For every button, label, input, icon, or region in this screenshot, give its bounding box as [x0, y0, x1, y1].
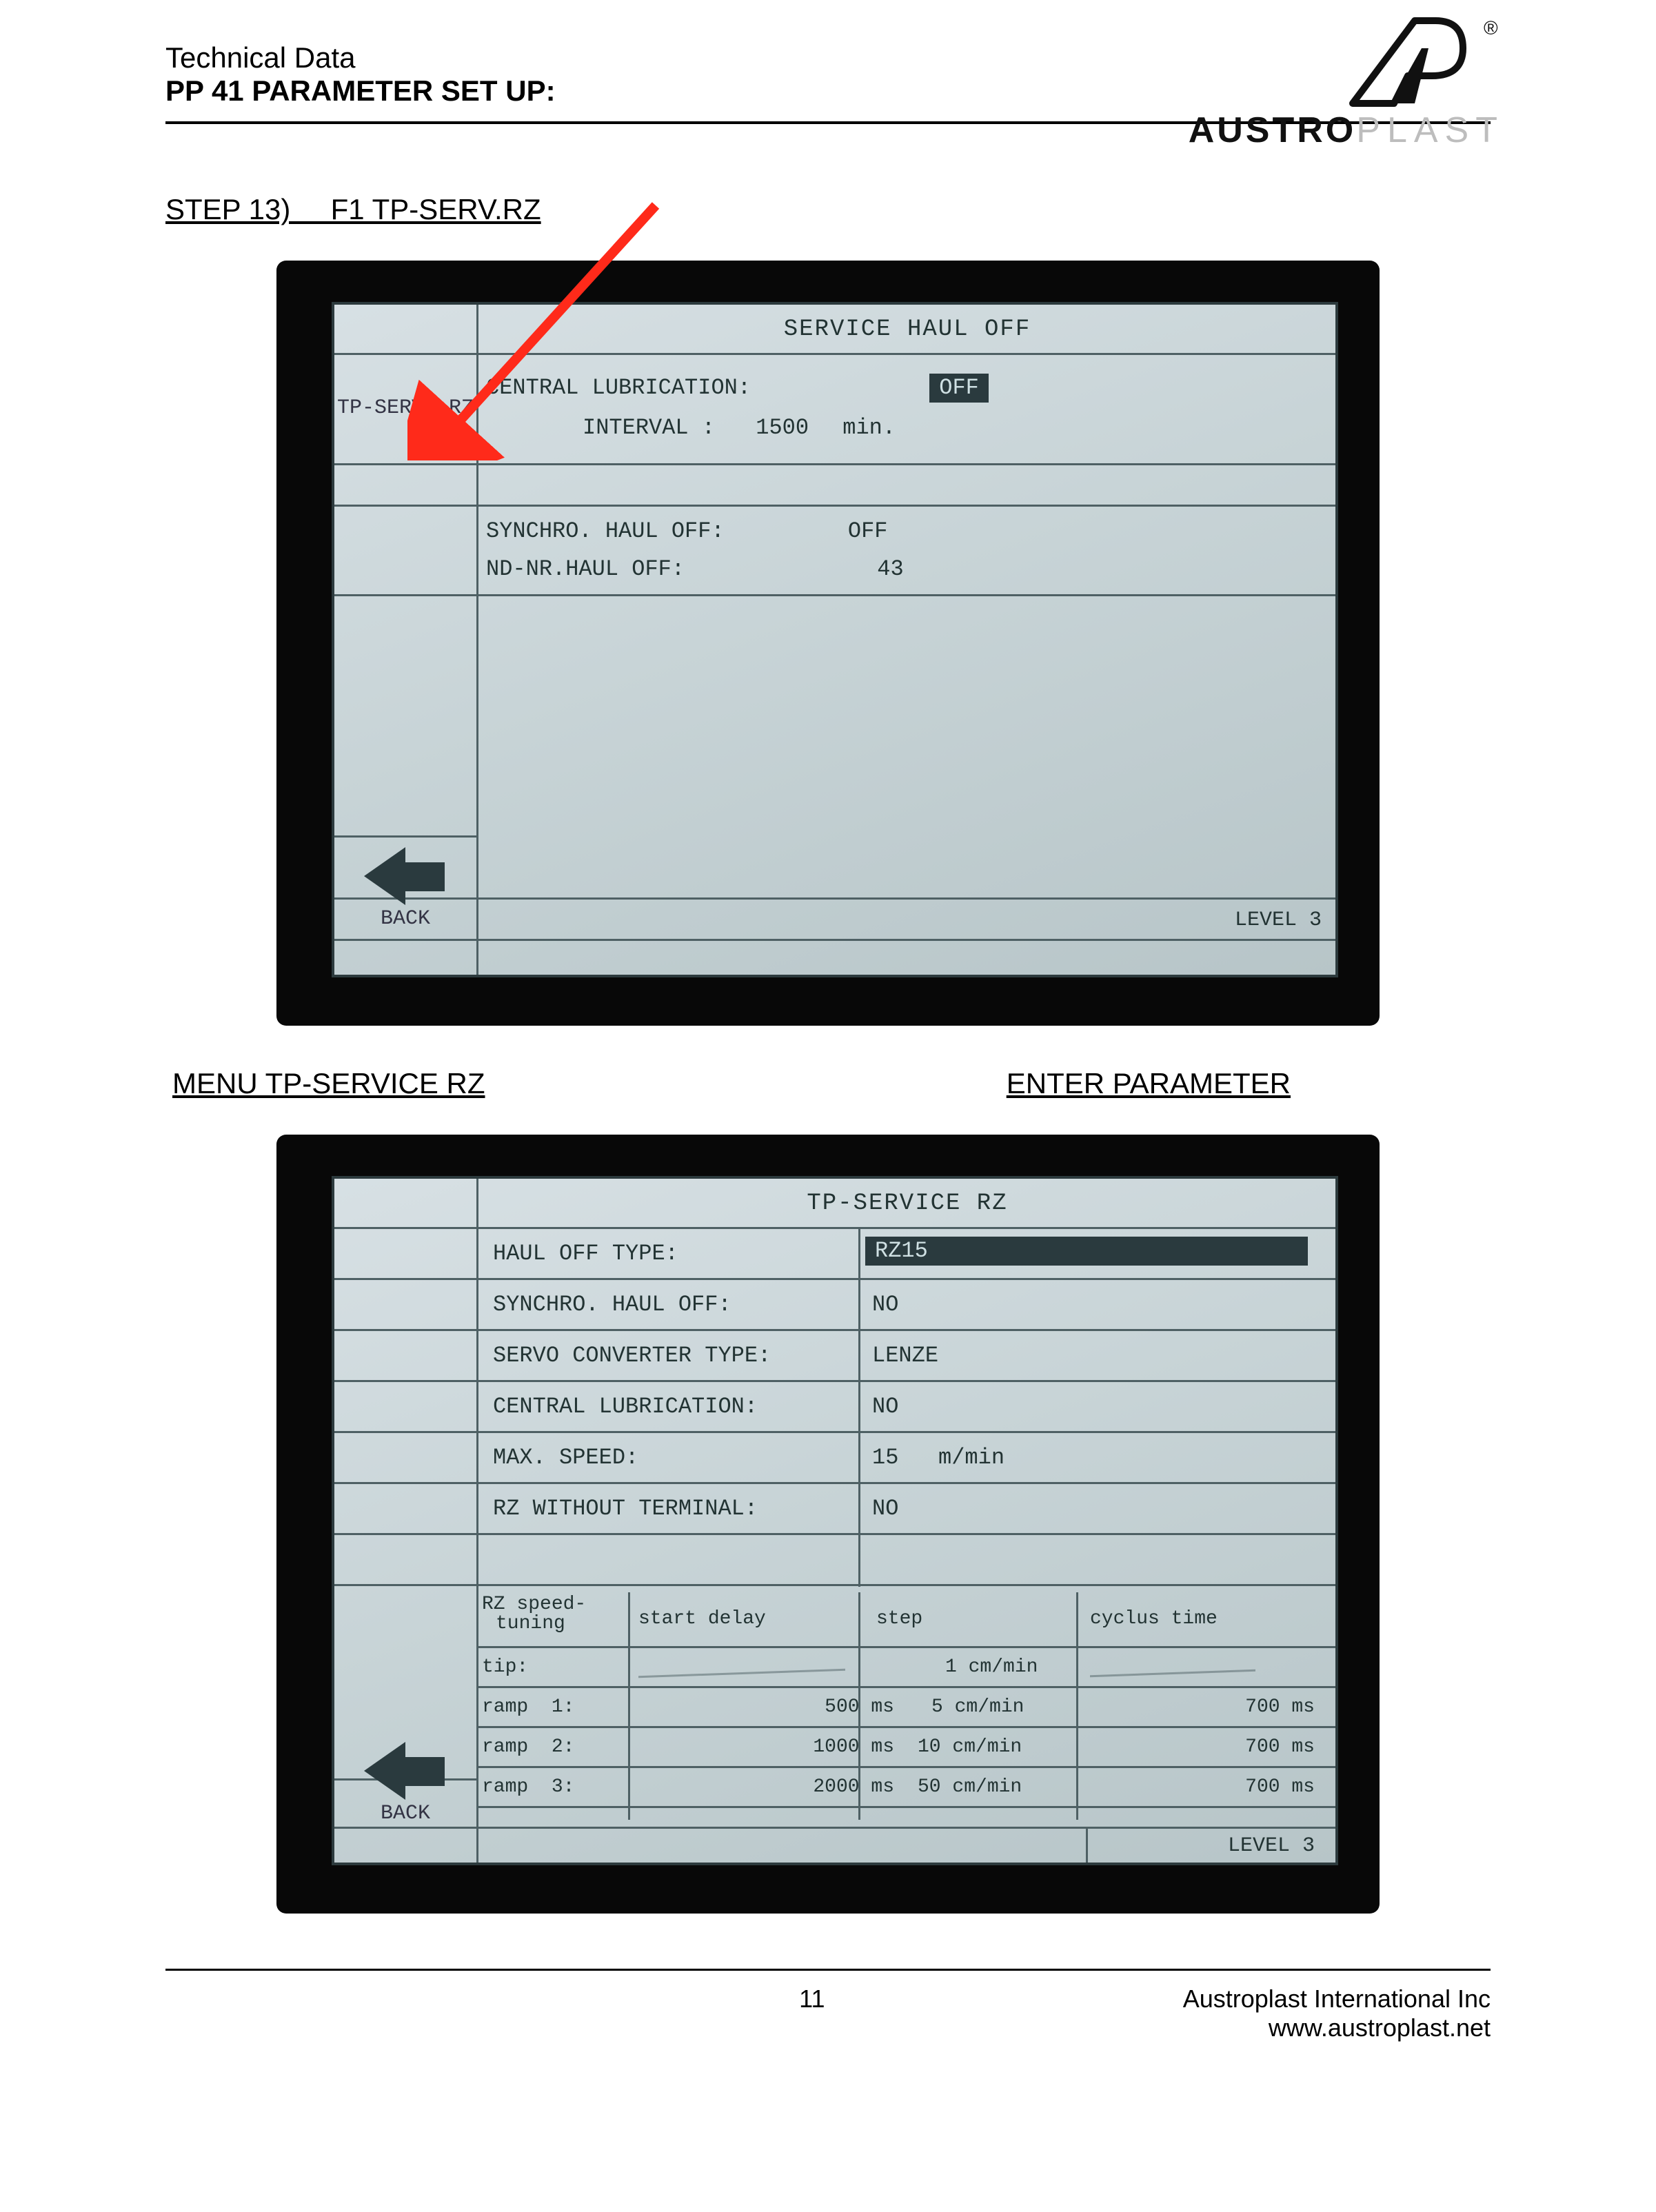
brand-plast: PLAST [1356, 110, 1504, 150]
central-lub-value[interactable]: OFF [929, 374, 989, 403]
lcd-screen-1: TP-SERV. RZ BACK SERVICE HAUL OFF CENTRA… [332, 302, 1338, 977]
param-value-4[interactable]: 15 m/min [872, 1445, 1004, 1471]
registered-mark: ® [1484, 17, 1498, 39]
side-tab-label: TP-SERV. RZ [337, 396, 474, 420]
back-label: BACK [381, 906, 430, 931]
level-indicator: LEVEL 3 [1235, 908, 1322, 933]
central-lub-label: CENTRAL LUBRICATION: [486, 375, 751, 400]
ndnr-value: 43 [877, 556, 903, 582]
lcd-screen-2: TP-SERVICE RZ HAUL OFF TYPE: RZ15 SYNCHR… [332, 1176, 1338, 1865]
austroplast-logo-icon: ® [1325, 14, 1504, 110]
st-r2-cyc: 700 ms [1245, 1736, 1315, 1759]
param-value-5[interactable]: NO [872, 1496, 898, 1522]
param-label-5: RZ WITHOUT TERMINAL: [486, 1496, 758, 1521]
back-button-2[interactable]: BACK [334, 1730, 476, 1834]
param-value-0[interactable]: RZ15 [865, 1237, 1308, 1266]
brand-austro: AUSTRO [1189, 110, 1357, 150]
st-r1-step: 5 cm/min [931, 1696, 1024, 1719]
st-hdr-c0b: tuning [496, 1614, 586, 1634]
mid-labels: MENU TP-SERVICE RZ ENTER PARAMETER [165, 1067, 1491, 1100]
brand-logo: ® AUSTROPLAST [1189, 14, 1504, 151]
st-r3-delay: 2000 ms [813, 1776, 894, 1799]
step-heading: STEP 13) F1 TP-SERV.RZ [165, 193, 541, 226]
st-r2-name: ramp 2: [482, 1736, 574, 1759]
param-label-1: SYNCHRO. HAUL OFF: [486, 1292, 731, 1317]
st-r1-delay: 500 ms [825, 1696, 894, 1719]
footer-company: Austroplast International Inc [1183, 1985, 1491, 2013]
mid-left-label: MENU TP-SERVICE RZ [172, 1067, 485, 1100]
screen2-title: TP-SERVICE RZ [479, 1179, 1335, 1227]
param-label-2: SERVO CONVERTER TYPE: [486, 1343, 771, 1368]
st-hdr-c3: cyclus time [1090, 1607, 1218, 1631]
screenshot2-frame: TP-SERVICE RZ HAUL OFF TYPE: RZ15 SYNCHR… [276, 1135, 1380, 1914]
interval-label: INTERVAL : [583, 415, 715, 440]
param-value-3[interactable]: NO [872, 1394, 898, 1420]
param-label-3: CENTRAL LUBRICATION: [486, 1394, 758, 1419]
param-value-1[interactable]: NO [872, 1292, 898, 1318]
synchro-value: OFF [848, 518, 888, 544]
st-hdr-c1: start delay [638, 1607, 766, 1631]
page-header: Technical Data PP 41 PARAMETER SET UP: ®… [165, 41, 1491, 124]
side-tab-tpserv[interactable]: TP-SERV. RZ [334, 360, 476, 456]
param-label-6 [486, 1547, 493, 1572]
st-r3-step: 50 cm/min [918, 1776, 1022, 1799]
synchro-label: SYNCHRO. HAUL OFF: [486, 518, 725, 544]
screen1-title: SERVICE HAUL OFF [479, 305, 1335, 353]
speed-tuning-table: RZ speed- tuning start delay step cyclus… [476, 1592, 1335, 1820]
screenshot1-frame: TP-SERV. RZ BACK SERVICE HAUL OFF CENTRA… [276, 261, 1380, 1026]
back-label-2: BACK [381, 1801, 430, 1826]
ndnr-label: ND-NR.HAUL OFF: [486, 556, 685, 582]
st-hdr-c0a: RZ speed- [482, 1595, 586, 1614]
back-button[interactable]: BACK [334, 835, 476, 939]
param-value-2[interactable]: LENZE [872, 1343, 938, 1369]
st-r1-cyc: 700 ms [1245, 1696, 1315, 1719]
st-r0-name: tip: [482, 1656, 528, 1679]
st-hdr-c2: step [876, 1607, 922, 1631]
interval-unit: min. [842, 415, 896, 440]
back-arrow-icon [364, 849, 447, 904]
st-r2-delay: 1000 ms [813, 1736, 894, 1759]
st-r3-cyc: 700 ms [1245, 1776, 1315, 1799]
param-label-0: HAUL OFF TYPE: [486, 1241, 678, 1266]
interval-value[interactable]: 1500 [756, 415, 809, 440]
footer-rule [165, 1969, 1491, 1971]
st-r2-step: 10 cm/min [918, 1736, 1022, 1759]
page-footer: 11 Austroplast International Inc www.aus… [165, 1985, 1491, 2042]
mid-right-label: ENTER PARAMETER [1007, 1067, 1291, 1100]
level-indicator-2: LEVEL 3 [1228, 1834, 1315, 1858]
st-r1-name: ramp 1: [482, 1696, 574, 1719]
st-r0-step: 1 cm/min [945, 1656, 1038, 1679]
param-label-4: MAX. SPEED: [486, 1445, 638, 1470]
footer-url: www.austroplast.net [1183, 2013, 1491, 2042]
page-number: 11 [441, 1985, 1183, 2013]
st-r3-name: ramp 3: [482, 1776, 574, 1799]
back-arrow-icon-2 [364, 1743, 447, 1798]
